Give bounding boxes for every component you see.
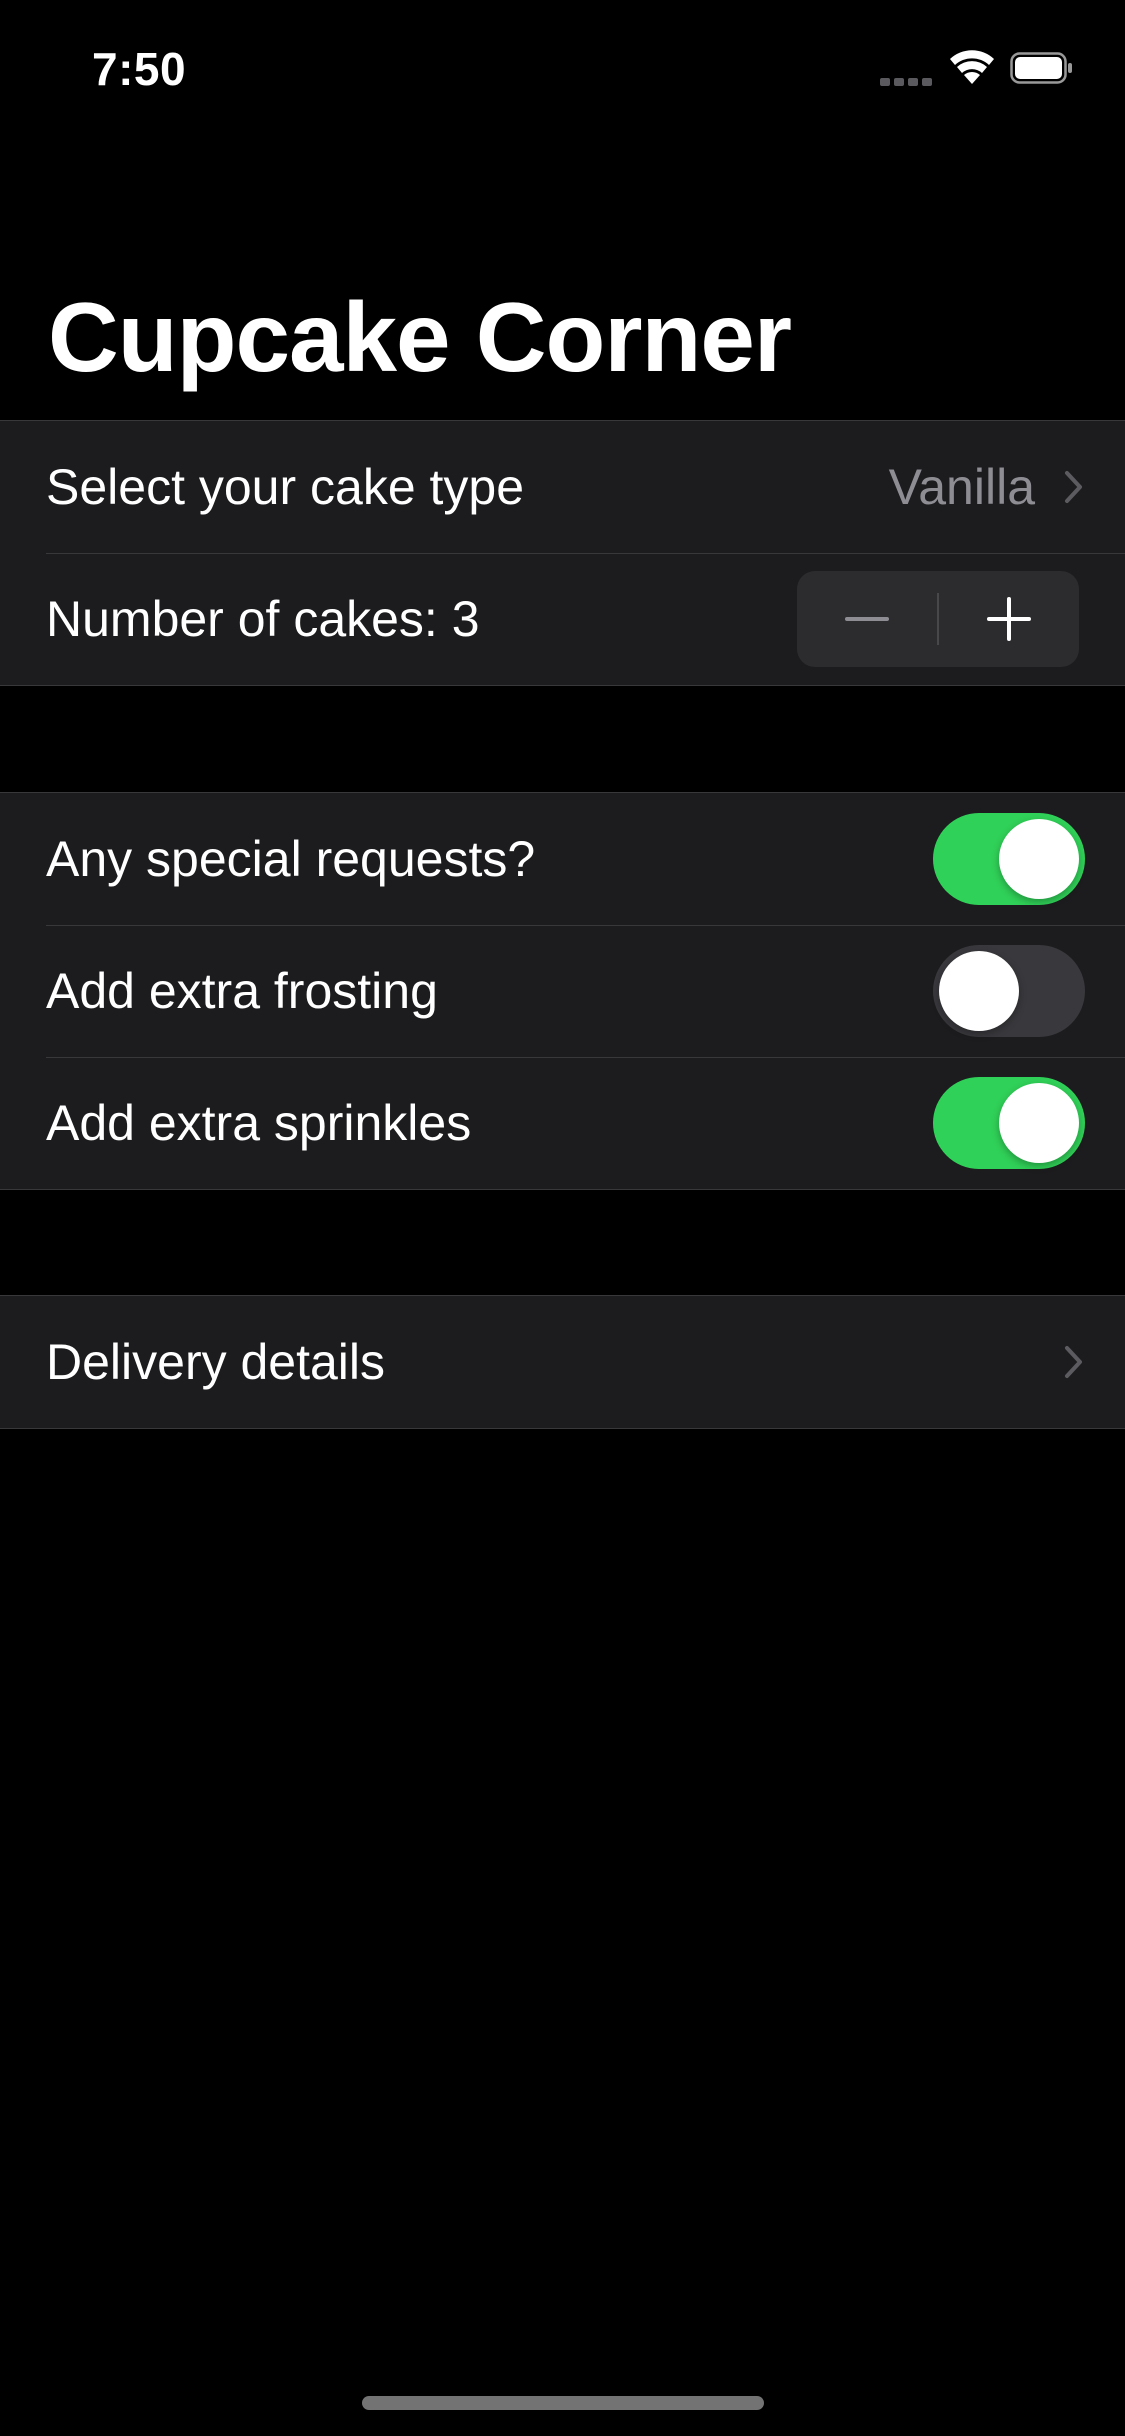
page-title: Cupcake Corner: [48, 282, 792, 392]
chevron-right-icon: [1065, 471, 1082, 503]
toggle-knob: [939, 951, 1019, 1031]
quantity-row: Number of cakes: 3: [0, 553, 1125, 685]
delivery-details-label: Delivery details: [46, 1334, 386, 1390]
delivery-section: Delivery details: [0, 1295, 1125, 1429]
toggle-knob: [999, 1083, 1079, 1163]
extra-sprinkles-label: Add extra sprinkles: [46, 1095, 472, 1151]
special-requests-label: Any special requests?: [46, 831, 536, 887]
extra-frosting-label: Add extra frosting: [46, 963, 438, 1019]
quantity-stepper[interactable]: [797, 571, 1079, 667]
increment-button[interactable]: [939, 571, 1079, 667]
quantity-label: Number of cakes: 3: [46, 591, 480, 647]
extra-frosting-row: Add extra frosting: [0, 925, 1125, 1057]
status-time: 7:50: [92, 43, 187, 95]
special-requests-row: Any special requests?: [0, 793, 1125, 925]
minus-icon: [845, 617, 889, 621]
cake-type-row[interactable]: Select your cake type Vanilla: [0, 421, 1125, 553]
order-section: Select your cake type Vanilla Number of …: [0, 420, 1125, 686]
plus-icon: [987, 597, 1031, 641]
extra-frosting-toggle[interactable]: [933, 945, 1085, 1037]
chevron-right-icon: [1065, 1346, 1082, 1378]
extra-sprinkles-toggle[interactable]: [933, 1077, 1085, 1169]
status-bar: 7:50: [0, 0, 1125, 140]
special-requests-toggle[interactable]: [933, 813, 1085, 905]
home-indicator[interactable]: [362, 2396, 764, 2410]
special-requests-section: Any special requests? Add extra frosting…: [0, 792, 1125, 1190]
cake-type-label: Select your cake type: [46, 459, 525, 515]
toggle-knob: [999, 819, 1079, 899]
extra-sprinkles-row: Add extra sprinkles: [0, 1057, 1125, 1189]
cake-type-value: Vanilla: [888, 459, 1035, 515]
cellular-signal-icon: [880, 76, 934, 86]
delivery-details-row[interactable]: Delivery details: [0, 1296, 1125, 1428]
wifi-icon: [948, 48, 996, 86]
battery-icon: [1010, 52, 1074, 84]
decrement-button[interactable]: [797, 571, 937, 667]
